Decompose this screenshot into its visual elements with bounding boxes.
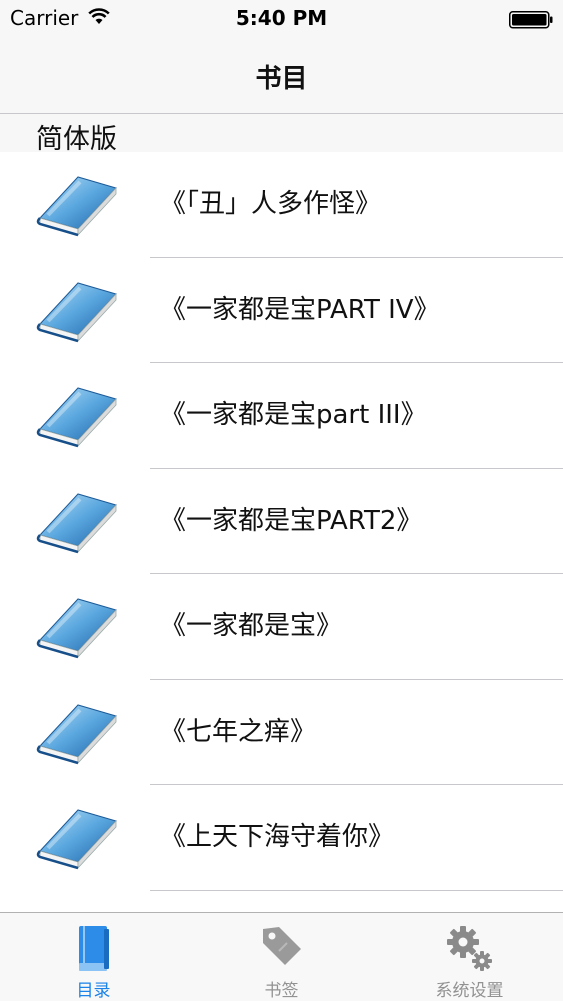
book-row[interactable]: 《上天下海守着你》 <box>0 785 563 891</box>
tab-label: 系统设置 <box>435 981 504 1001</box>
clock: 5:40 PM <box>235 6 328 30</box>
book-row[interactable]: 《一家都是宝PART IV》 <box>0 257 563 363</box>
book-list: 《「丑」人多作怪》 《一家都是宝PART IV》 《一家都是宝part III》… <box>0 152 563 891</box>
book-icon <box>34 491 120 559</box>
tab-label: 书签 <box>264 981 299 1001</box>
book-icon <box>34 596 120 664</box>
tab-bookmarks[interactable]: 书签 <box>188 913 375 1001</box>
tab-settings[interactable]: 系统设置 <box>376 913 563 1001</box>
book-icon <box>34 280 120 348</box>
book-icon <box>34 174 120 242</box>
book-title: 《一家都是宝》 <box>160 611 343 641</box>
book-title: 《「丑」人多作怪》 <box>160 189 382 219</box>
book-row[interactable]: 《「丑」人多作怪》 <box>0 152 563 258</box>
book-icon <box>34 807 120 875</box>
book-icon <box>34 702 120 770</box>
row-separator <box>150 889 563 891</box>
tab-catalog[interactable]: 目录 <box>0 913 187 1001</box>
status-bar: Carrier 5:40 PM <box>0 0 563 40</box>
book-title: 《上天下海守着你》 <box>160 822 395 852</box>
book-icon <box>34 385 120 453</box>
book-icon <box>0 923 187 975</box>
book-row[interactable]: 《七年之痒》 <box>0 679 563 785</box>
section-label: 简体版 <box>36 124 117 155</box>
tab-bar: 目录 书签 系统设置 <box>0 912 563 1001</box>
book-title: 《一家都是宝PART2》 <box>160 505 423 536</box>
tag-icon <box>188 923 375 975</box>
book-row[interactable]: 《一家都是宝PART2》 <box>0 468 563 574</box>
book-row[interactable]: 《一家都是宝part III》 <box>0 363 563 469</box>
gear-icon <box>376 923 563 975</box>
book-row[interactable]: 《一家都是宝》 <box>0 574 563 680</box>
battery-icon <box>509 11 553 33</box>
book-title: 《一家都是宝part III》 <box>160 400 427 430</box>
book-title: 《一家都是宝PART IV》 <box>160 294 440 325</box>
book-title: 《七年之痒》 <box>160 716 317 747</box>
section-header: 简体版 <box>0 114 563 155</box>
tab-label: 目录 <box>76 981 111 1001</box>
page-title: 书目 <box>255 64 308 94</box>
navigation-bar: 书目 <box>0 40 563 114</box>
